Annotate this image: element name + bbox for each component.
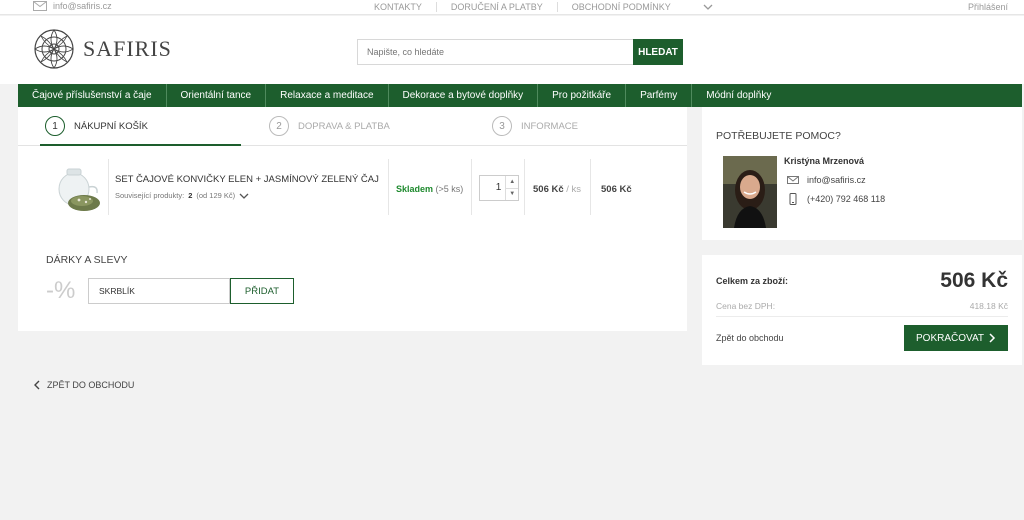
nav-item-perfumes[interactable]: Parfémy bbox=[626, 84, 693, 107]
top-link-contacts[interactable]: KONTAKTY bbox=[360, 2, 437, 12]
divider bbox=[388, 159, 389, 215]
nav-item-oriental-dance[interactable]: Orientální tance bbox=[167, 84, 267, 107]
step-number: 3 bbox=[492, 116, 512, 136]
quantity-down-icon[interactable]: ▼ bbox=[506, 189, 518, 201]
divider bbox=[524, 159, 525, 215]
top-bar: info@safiris.cz KONTAKTY DORUČENÍ A PLAT… bbox=[0, 0, 1024, 15]
unit-suffix: / ks bbox=[566, 184, 582, 195]
chevron-left-icon bbox=[34, 380, 40, 390]
divider bbox=[716, 316, 1008, 317]
top-link-delivery[interactable]: DORUČENÍ A PLATBY bbox=[437, 2, 558, 12]
contact-name: Kristýna Mrzenová bbox=[784, 156, 865, 166]
search-input[interactable] bbox=[357, 39, 633, 65]
continue-button[interactable]: POKRAČOVAT bbox=[904, 325, 1008, 351]
nav-item-connoisseurs[interactable]: Pro požitkáře bbox=[538, 84, 627, 107]
related-count: 2 bbox=[188, 191, 193, 200]
vat-value: 418.18 Kč bbox=[969, 301, 1008, 311]
quantity-arrows: ▲ ▼ bbox=[505, 176, 518, 200]
help-panel: POTŘEBUJETE POMOC? Kristýna Mrzenová inf… bbox=[702, 107, 1022, 240]
related-label: Související produkty: bbox=[115, 191, 185, 200]
contact-email-text: info@safiris.cz bbox=[807, 175, 866, 185]
logo[interactable]: SAFIRIS bbox=[33, 28, 172, 70]
divider bbox=[108, 159, 109, 215]
contact-avatar bbox=[723, 156, 777, 228]
quantity-stepper: 1 ▲ ▼ bbox=[479, 175, 519, 201]
back-to-shop-label: ZPĚT DO OBCHODU bbox=[47, 380, 135, 390]
line-total: 506 Kč bbox=[601, 184, 632, 195]
step-number: 2 bbox=[269, 116, 289, 136]
stock-count: (>5 ks) bbox=[435, 184, 464, 194]
login-link[interactable]: Přihlášení bbox=[968, 2, 1008, 12]
main-nav: Čajové příslušenství a čaje Orientální t… bbox=[18, 84, 1022, 107]
stock-label: Skladem bbox=[396, 184, 434, 194]
nav-item-relaxation[interactable]: Relaxace a meditace bbox=[266, 84, 389, 107]
active-step-underline bbox=[40, 144, 241, 146]
cart-item-row: SET ČAJOVÉ KONVIČKY ELEN + JASMÍNOVÝ ZEL… bbox=[18, 159, 687, 217]
help-title: POTŘEBUJETE POMOC? bbox=[716, 130, 841, 142]
divider bbox=[590, 159, 591, 215]
unit-price-value: 506 Kč bbox=[533, 184, 564, 195]
envelope-icon bbox=[33, 1, 47, 11]
contact-phone-text: (+420) 792 468 118 bbox=[807, 194, 886, 204]
chevron-down-icon[interactable] bbox=[702, 1, 714, 13]
divider bbox=[471, 159, 472, 215]
total-value: 506 Kč bbox=[940, 269, 1008, 292]
total-label: Celkem za zboží: bbox=[716, 276, 789, 286]
order-summary: Celkem za zboží: 506 Kč Cena bez DPH: 41… bbox=[702, 255, 1022, 365]
top-link-terms[interactable]: OBCHODNÍ PODMÍNKY bbox=[558, 2, 685, 12]
step-info[interactable]: 3 INFORMACE bbox=[492, 116, 578, 136]
contact-email[interactable]: info@safiris.cz bbox=[787, 174, 866, 186]
logo-ornament-icon bbox=[34, 29, 74, 69]
product-name[interactable]: SET ČAJOVÉ KONVIČKY ELEN + JASMÍNOVÝ ZEL… bbox=[115, 174, 379, 185]
step-number: 1 bbox=[45, 116, 65, 136]
product-thumbnail[interactable] bbox=[52, 163, 104, 215]
search-bar: HLEDAT bbox=[357, 39, 683, 65]
nav-item-decor[interactable]: Dekorace a bytové doplňky bbox=[389, 84, 539, 107]
discount-percent-icon: -% bbox=[46, 277, 76, 304]
continue-label: POKRAČOVAT bbox=[916, 332, 984, 344]
related-price: (od 129 Kč) bbox=[196, 191, 236, 200]
step-label: DOPRAVA & PLATBA bbox=[298, 120, 390, 132]
coupon-input[interactable] bbox=[88, 278, 230, 304]
contact-phone[interactable]: (+420) 792 468 118 bbox=[787, 193, 885, 205]
header: SAFIRIS HLEDAT bbox=[0, 16, 1024, 84]
related-products[interactable]: Související produkty: 2 (od 129 Kč) bbox=[115, 191, 249, 200]
envelope-icon bbox=[787, 176, 799, 184]
unit-price: 506 Kč / ks bbox=[533, 184, 581, 195]
back-to-shop-link[interactable]: ZPĚT DO OBCHODU bbox=[33, 380, 134, 390]
apply-coupon-button[interactable]: PŘIDAT bbox=[230, 278, 294, 304]
nav-item-fashion[interactable]: Módní doplňky bbox=[692, 84, 785, 107]
gifts-title: DÁRKY A SLEVY bbox=[46, 254, 128, 266]
quantity-up-icon[interactable]: ▲ bbox=[506, 176, 518, 189]
checkout-steps: 1 NÁKUPNÍ KOŠÍK 2 DOPRAVA & PLATBA 3 INF… bbox=[18, 107, 687, 146]
top-email-text: info@safiris.cz bbox=[53, 1, 112, 11]
brand-name: SAFIRIS bbox=[83, 36, 172, 61]
top-email[interactable]: info@safiris.cz bbox=[33, 1, 112, 11]
search-button[interactable]: HLEDAT bbox=[633, 39, 683, 65]
phone-icon bbox=[789, 193, 797, 205]
step-label: NÁKUPNÍ KOŠÍK bbox=[74, 120, 148, 132]
quantity-input[interactable]: 1 bbox=[480, 176, 505, 200]
back-to-shop-link[interactable]: Zpět do obchodu bbox=[716, 333, 784, 343]
chevron-down-icon bbox=[239, 193, 249, 199]
nav-item-tea[interactable]: Čajové příslušenství a čaje bbox=[18, 84, 167, 107]
step-shipping[interactable]: 2 DOPRAVA & PLATBA bbox=[269, 116, 390, 136]
stock-status: Skladem (>5 ks) bbox=[396, 184, 463, 194]
step-label: INFORMACE bbox=[521, 120, 578, 132]
step-cart[interactable]: 1 NÁKUPNÍ KOŠÍK bbox=[45, 116, 148, 136]
chevron-right-icon bbox=[989, 333, 996, 343]
vat-label: Cena bez DPH: bbox=[716, 301, 776, 311]
cart-panel: 1 NÁKUPNÍ KOŠÍK 2 DOPRAVA & PLATBA 3 INF… bbox=[18, 107, 687, 331]
top-links: KONTAKTY DORUČENÍ A PLATBY OBCHODNÍ PODM… bbox=[360, 2, 685, 12]
